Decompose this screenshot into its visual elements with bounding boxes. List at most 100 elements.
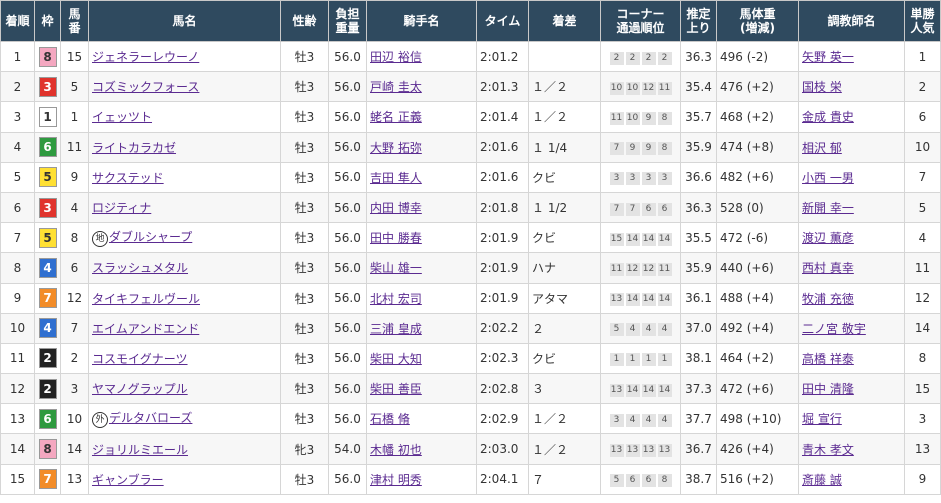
- jockey-link[interactable]: 木幡 初也: [370, 443, 422, 457]
- jockey-link[interactable]: 大野 拓弥: [370, 141, 422, 155]
- umaban-cell: 15: [60, 40, 89, 73]
- header-umaban[interactable]: 馬 番: [60, 0, 89, 42]
- weight-cell: 56.0: [328, 161, 367, 193]
- trainer-link[interactable]: 小西 一男: [802, 171, 854, 185]
- header-corner[interactable]: コーナー 通過順位: [600, 0, 681, 42]
- jockey-link[interactable]: 北村 宏司: [370, 292, 422, 306]
- corner-position: 3: [609, 172, 624, 186]
- jockey-link[interactable]: 吉田 隼人: [370, 171, 422, 185]
- time-cell: 2:03.0: [476, 433, 529, 465]
- jockey-link[interactable]: 柴山 雄一: [370, 261, 422, 275]
- umaban-cell: 1: [60, 101, 89, 133]
- trainer-link[interactable]: 西村 真幸: [802, 261, 854, 275]
- trainer-link[interactable]: 渡辺 薫彦: [802, 231, 854, 245]
- trainer-link[interactable]: 高橋 祥泰: [802, 352, 854, 366]
- weight-cell: 56.0: [328, 342, 367, 375]
- trainer-link[interactable]: 二ノ宮 敬宇: [802, 322, 866, 336]
- trainer-link[interactable]: 新開 幸一: [802, 201, 854, 215]
- jockey-link[interactable]: 田中 勝春: [370, 231, 422, 245]
- header-time[interactable]: タイム: [476, 0, 529, 42]
- corner-position: 4: [625, 323, 640, 337]
- corner-position: 6: [657, 202, 672, 216]
- jockey-link[interactable]: 柴田 善臣: [370, 382, 422, 396]
- popularity-cell: 9: [904, 463, 941, 495]
- corner-position: 13: [625, 444, 640, 458]
- margin-cell: １／２: [528, 101, 601, 133]
- corner-position: 1: [657, 353, 672, 367]
- header-waku[interactable]: 枠: [34, 0, 61, 42]
- trainer-link[interactable]: 田中 清隆: [802, 382, 854, 396]
- header-weight[interactable]: 負担 重量: [328, 0, 367, 42]
- horse-link[interactable]: コズミックフォース: [92, 80, 199, 94]
- trainer-link[interactable]: 斎藤 誠: [802, 473, 842, 487]
- jockey-cell: 吉田 隼人: [366, 161, 477, 193]
- sexage-cell: 牡3: [280, 161, 329, 193]
- trainer-link[interactable]: 矢野 英一: [802, 50, 854, 64]
- header-horse[interactable]: 馬名: [88, 0, 281, 42]
- waku-cell: 3: [34, 71, 61, 103]
- header-jockey[interactable]: 騎手名: [366, 0, 477, 42]
- weight-cell: 54.0: [328, 433, 367, 465]
- trainer-cell: 牧浦 充徳: [798, 282, 905, 314]
- trainer-link[interactable]: 堀 宣行: [802, 412, 842, 426]
- horse-link[interactable]: サクステッド: [92, 171, 164, 185]
- corner-cell: 7766: [600, 191, 681, 224]
- bodyweight-cell: 472 (-6): [716, 222, 799, 254]
- jockey-link[interactable]: 蛯名 正義: [370, 110, 422, 124]
- waku-badge: 3: [38, 197, 57, 218]
- jockey-link[interactable]: 三浦 皇成: [370, 322, 422, 336]
- last3f-cell: 36.1: [680, 282, 717, 314]
- header-rank[interactable]: 着順: [0, 0, 35, 42]
- waku-cell: 6: [34, 131, 61, 163]
- margin-cell: ３: [528, 373, 601, 405]
- last3f-cell: 36.6: [680, 161, 717, 193]
- bodyweight-cell: 528 (0): [716, 191, 799, 224]
- corner-position: 8: [657, 111, 672, 125]
- jockey-link[interactable]: 戸崎 圭太: [370, 80, 422, 94]
- trainer-link[interactable]: 金成 貴史: [802, 110, 854, 124]
- corner-position: 3: [609, 413, 624, 427]
- header-margin[interactable]: 着差: [528, 0, 601, 42]
- jockey-link[interactable]: 津村 明秀: [370, 473, 422, 487]
- horse-link[interactable]: タイキフェルヴール: [92, 292, 200, 306]
- trainer-link[interactable]: 国枝 栄: [802, 80, 842, 94]
- corner-position: 11: [609, 111, 624, 125]
- trainer-link[interactable]: 青木 孝文: [802, 443, 854, 457]
- horse-link[interactable]: ヤマノグラップル: [92, 382, 188, 396]
- last3f-cell: 37.7: [680, 403, 717, 435]
- corner-position: 9: [625, 142, 640, 156]
- horse-link[interactable]: イェッツト: [92, 110, 152, 124]
- jockey-link[interactable]: 石橋 脩: [370, 412, 410, 426]
- header-trainer[interactable]: 調教師名: [798, 0, 905, 42]
- header-pop[interactable]: 単勝 人気: [904, 0, 941, 42]
- horse-link[interactable]: スラッシュメタル: [92, 261, 188, 275]
- header-bodyweight[interactable]: 馬体重 (増減): [716, 0, 799, 42]
- jockey-link[interactable]: 柴田 大知: [370, 352, 422, 366]
- horse-link[interactable]: デルタバローズ: [109, 411, 192, 425]
- horse-link[interactable]: コスモイグナーツ: [92, 352, 188, 366]
- horse-link[interactable]: ライトカラカゼ: [92, 141, 176, 155]
- horse-cell: ジョリルミエール: [88, 433, 281, 465]
- jockey-link[interactable]: 田辺 裕信: [370, 50, 422, 64]
- race-result-table: 着順 枠 馬 番 馬名 性齢 負担 重量 騎手名 タイム 着差 コーナー 通過順…: [0, 0, 941, 495]
- bodyweight-cell: 464 (+2): [716, 342, 799, 375]
- horse-link[interactable]: ギャンブラー: [92, 473, 164, 487]
- horse-link[interactable]: ジェネラーレウーノ: [92, 50, 199, 64]
- horse-link[interactable]: ロジティナ: [92, 201, 151, 215]
- umaban-cell: 14: [60, 433, 89, 465]
- header-last3f[interactable]: 推定 上り: [680, 0, 717, 42]
- trainer-link[interactable]: 牧浦 充徳: [802, 292, 854, 306]
- header-sexage[interactable]: 性齢: [280, 0, 329, 42]
- time-cell: 2:01.9: [476, 252, 529, 284]
- margin-cell: クビ: [528, 342, 601, 375]
- trainer-link[interactable]: 相沢 郁: [802, 141, 842, 155]
- horse-cell: コスモイグナーツ: [88, 342, 281, 375]
- time-cell: 2:01.2: [476, 40, 529, 73]
- horse-link[interactable]: ダブルシャープ: [109, 230, 192, 244]
- corner-position: 6: [641, 474, 656, 488]
- last3f-cell: 35.7: [680, 101, 717, 133]
- jockey-link[interactable]: 内田 博幸: [370, 201, 422, 215]
- horse-link[interactable]: ジョリルミエール: [92, 443, 188, 457]
- horse-cell: イェッツト: [88, 101, 281, 133]
- horse-link[interactable]: エイムアンドエンド: [92, 322, 199, 336]
